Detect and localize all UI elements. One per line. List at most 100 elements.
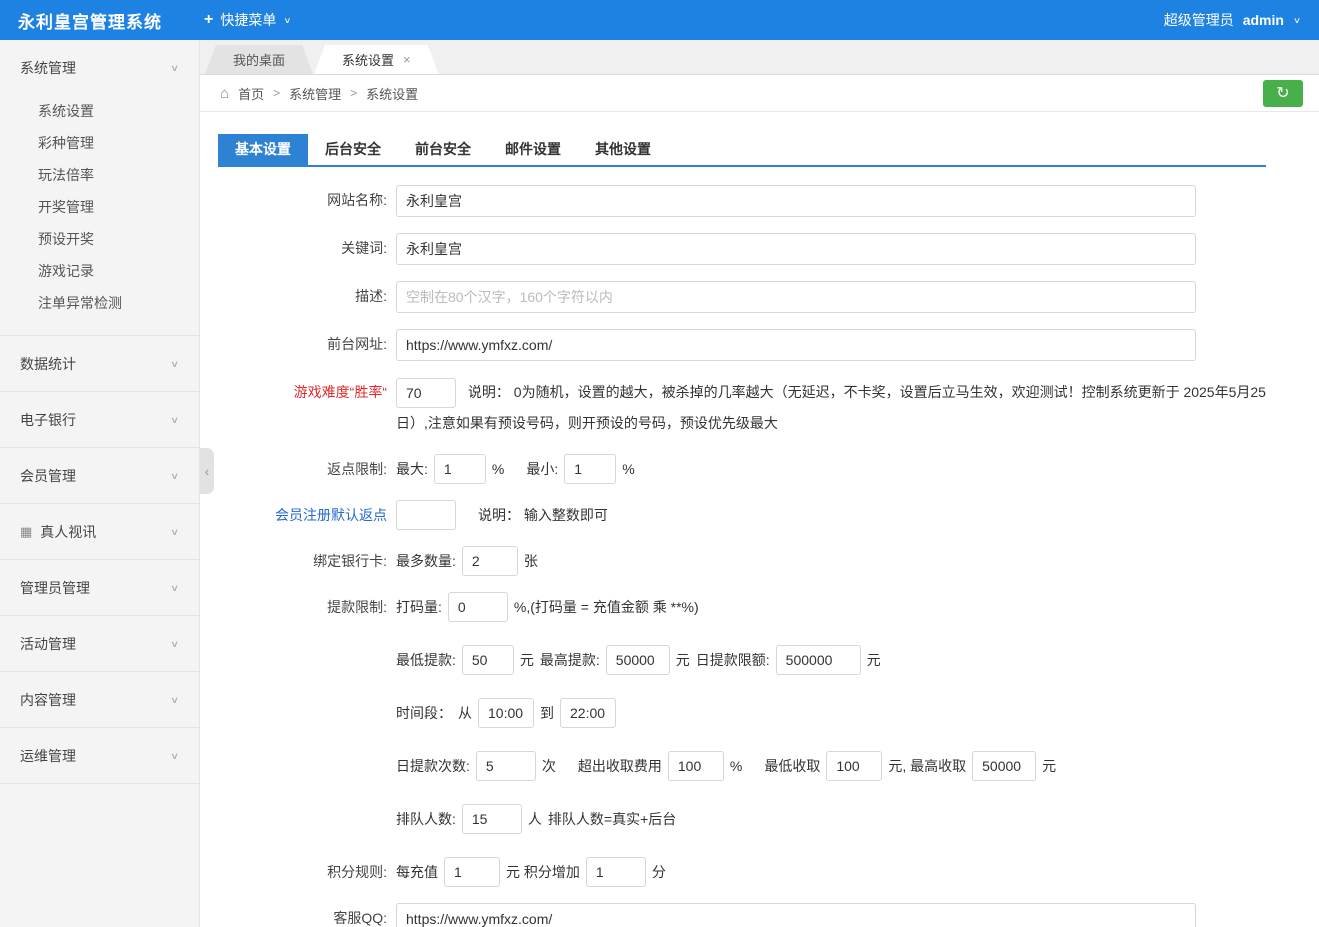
- yuan-unit: 元: [520, 645, 534, 675]
- maxfee-label: 元, 最高收取: [888, 751, 966, 781]
- form-row-withdraw-dama: 提款限制: 打码量: %,(打码量 = 充值金额 乘 **%): [218, 592, 1319, 622]
- rebate-max-input[interactable]: [434, 454, 486, 484]
- group-label: 会员管理: [20, 466, 76, 486]
- time-to-label: 到: [540, 698, 554, 728]
- withdraw-times-input[interactable]: [476, 751, 536, 781]
- tab-label: 我的桌面: [233, 50, 285, 69]
- withdraw-min-input[interactable]: [462, 645, 514, 675]
- username: admin: [1243, 12, 1284, 28]
- tab-basic-settings[interactable]: 基本设置: [218, 134, 308, 165]
- sidebar-item-system-management[interactable]: 系统管理 ∨: [0, 40, 199, 95]
- default-rebate-note: 说明： 输入整数即可: [478, 500, 608, 530]
- service-qq-input[interactable]: [396, 903, 1196, 927]
- form-row-description: 描述:: [218, 281, 1319, 313]
- fee-input[interactable]: [668, 751, 724, 781]
- sidebar-item-live-video[interactable]: ▦ 真人视讯 ∨: [0, 504, 199, 559]
- sidebar-group: 会员管理 ∨: [0, 448, 199, 504]
- default-rebate-label[interactable]: 会员注册默认返点: [218, 500, 396, 530]
- dama-input[interactable]: [448, 592, 508, 622]
- settings-tabs: 基本设置 后台安全 前台安全 邮件设置 其他设置: [218, 134, 1266, 167]
- rebate-limit-field: 最大: % 最小: %: [396, 454, 635, 484]
- form-row-bank-card: 绑定银行卡: 最多数量: 张: [218, 546, 1319, 576]
- sidebar-group: 数据统计 ∨: [0, 336, 199, 392]
- sidebar-group-system: 系统管理 ∨ 系统设置 彩种管理 玩法倍率 开奖管理 预设开奖 游戏记录 注单异…: [0, 40, 199, 336]
- time-to-input[interactable]: [560, 698, 616, 728]
- sidebar-item-system-settings[interactable]: 系统设置: [0, 95, 199, 127]
- keywords-label: 关键词:: [218, 233, 396, 263]
- quick-menu-button[interactable]: + 快捷菜单 ∨: [204, 10, 291, 30]
- sidebar-group: 内容管理 ∨: [0, 672, 199, 728]
- queue-label: 排队人数:: [396, 804, 456, 834]
- queue-input[interactable]: [462, 804, 522, 834]
- chevron-down-icon: ∨: [170, 694, 179, 705]
- sidebar-item-content-management[interactable]: 内容管理 ∨: [0, 672, 199, 727]
- tab-label: 系统设置: [342, 50, 394, 69]
- refresh-icon: ↻: [1276, 85, 1289, 102]
- queue-unit: 人: [528, 804, 542, 834]
- percent-sign: %: [492, 454, 504, 484]
- sidebar-item-play-odds[interactable]: 玩法倍率: [0, 159, 199, 191]
- dama-label: 打码量:: [396, 592, 442, 622]
- points-per-input[interactable]: [444, 857, 500, 887]
- sidebar-item-data-statistics[interactable]: 数据统计 ∨: [0, 336, 199, 391]
- withdraw-daily-input[interactable]: [776, 645, 861, 675]
- front-url-input[interactable]: [396, 329, 1196, 361]
- refresh-button[interactable]: ↻: [1263, 80, 1303, 107]
- sidebar-item-activity-management[interactable]: 活动管理 ∨: [0, 616, 199, 671]
- time-from-input[interactable]: [478, 698, 534, 728]
- form-row-queue: 排队人数: 人 排队人数=真实+后台: [218, 804, 1319, 834]
- sidebar-item-preset-draw[interactable]: 预设开奖: [0, 223, 199, 255]
- app-title: 永利皇宫管理系统: [18, 8, 162, 33]
- points-label: 积分规则:: [218, 857, 396, 887]
- breadcrumb-separator: >: [273, 86, 280, 100]
- bank-card-qty-input[interactable]: [462, 546, 518, 576]
- sidebar-sublist-system: 系统设置 彩种管理 玩法倍率 开奖管理 预设开奖 游戏记录 注单异常检测: [0, 95, 199, 335]
- default-rebate-field: 说明： 输入整数即可: [396, 500, 608, 530]
- window-tabstrip: 我的桌面 系统设置 ×: [200, 40, 1319, 75]
- points-add-input[interactable]: [586, 857, 646, 887]
- user-menu[interactable]: 超级管理员 admin ∨: [1164, 10, 1301, 30]
- tab-other-settings[interactable]: 其他设置: [578, 134, 668, 165]
- sidebar-item-ops-management[interactable]: 运维管理 ∨: [0, 728, 199, 783]
- form-row-front-url: 前台网址:: [218, 329, 1319, 361]
- difficulty-input[interactable]: [396, 378, 456, 408]
- form-row-service-qq: 客服QQ:: [218, 903, 1319, 927]
- tab-mail-settings[interactable]: 邮件设置: [488, 134, 578, 165]
- tab-backend-security[interactable]: 后台安全: [308, 134, 398, 165]
- sidebar-item-draw-management[interactable]: 开奖管理: [0, 191, 199, 223]
- sidebar-item-member-management[interactable]: 会员管理 ∨: [0, 448, 199, 503]
- bank-card-field: 最多数量: 张: [396, 546, 538, 576]
- withdraw-times-field: 日提款次数: 次 超出收取费用 % 最低收取 元, 最高收取 元: [396, 751, 1056, 781]
- sidebar-item-bet-anomaly[interactable]: 注单异常检测: [0, 287, 199, 319]
- breadcrumb-system-management[interactable]: 系统管理: [289, 84, 341, 103]
- withdraw-max-input[interactable]: [606, 645, 670, 675]
- tab-system-settings[interactable]: 系统设置 ×: [314, 45, 439, 74]
- close-icon[interactable]: ×: [403, 52, 411, 67]
- sidebar-item-lottery-management[interactable]: 彩种管理: [0, 127, 199, 159]
- sidebar-item-e-bank[interactable]: 电子银行 ∨: [0, 392, 199, 447]
- site-name-input[interactable]: [396, 185, 1196, 217]
- queue-field: 排队人数: 人 排队人数=真实+后台: [396, 804, 676, 834]
- sidebar-collapse-handle[interactable]: ‹: [200, 448, 214, 494]
- tab-my-desktop[interactable]: 我的桌面: [205, 45, 313, 74]
- sidebar-item-admin-management[interactable]: 管理员管理 ∨: [0, 560, 199, 615]
- difficulty-note: 说明： 0为随机，设置的越大，被杀掉的几率越大（无延迟，不卡奖，设置后立马生效，…: [396, 384, 1266, 431]
- breadcrumb-system-settings[interactable]: 系统设置: [366, 84, 418, 103]
- chevron-down-icon: ∨: [170, 358, 179, 369]
- time-range-field: 时间段： 从 到: [396, 698, 616, 728]
- chevron-down-icon: ∨: [170, 582, 179, 593]
- rebate-min-input[interactable]: [564, 454, 616, 484]
- default-rebate-input[interactable]: [396, 500, 456, 530]
- withdraw-daily-label: 日提款限额:: [696, 645, 770, 675]
- keywords-input[interactable]: [396, 233, 1196, 265]
- sidebar-item-game-records[interactable]: 游戏记录: [0, 255, 199, 287]
- sidebar-group: 活动管理 ∨: [0, 616, 199, 672]
- tab-frontend-security[interactable]: 前台安全: [398, 134, 488, 165]
- form-row-points: 积分规则: 每充值 元 积分增加 分: [218, 857, 1319, 887]
- description-label: 描述:: [218, 281, 396, 311]
- minfee-input[interactable]: [826, 751, 882, 781]
- description-input[interactable]: [396, 281, 1196, 313]
- site-name-field: [396, 185, 1196, 217]
- maxfee-input[interactable]: [972, 751, 1036, 781]
- breadcrumb-home[interactable]: 首页: [238, 84, 264, 103]
